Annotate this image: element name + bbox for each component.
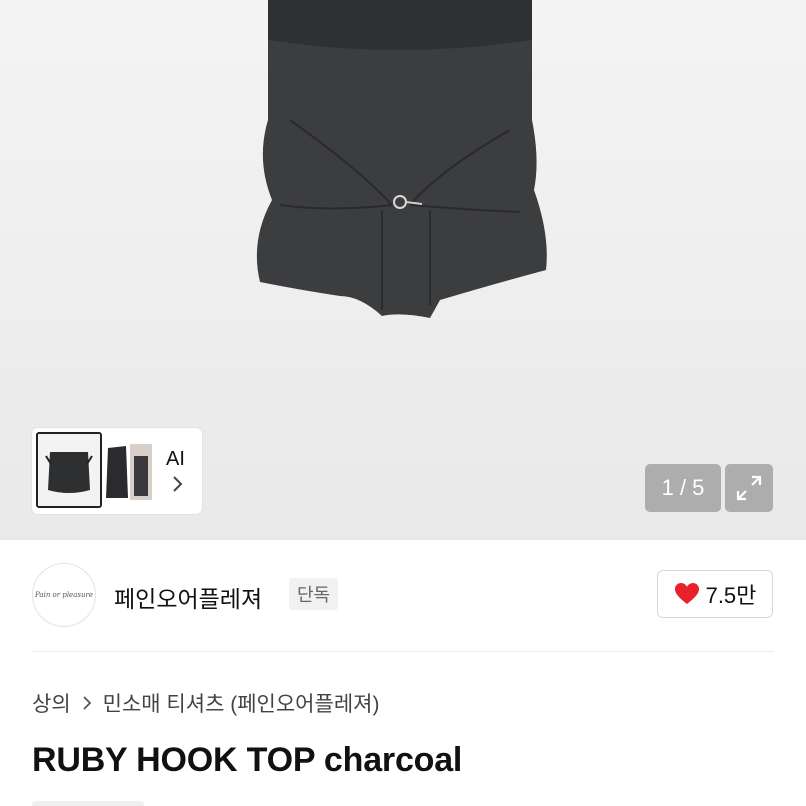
thumbnail-1[interactable] — [36, 432, 102, 508]
ai-recommendation-card[interactable]: AI — [32, 428, 202, 514]
like-button[interactable]: 7.5만 — [657, 570, 773, 618]
chevron-right-icon — [173, 476, 183, 492]
product-image-gallery[interactable]: AI 1 / 5 — [0, 0, 806, 540]
expand-icon — [736, 475, 762, 501]
seller-row: Pain or pleasure 페인오어플레져 단독 7.5만 — [0, 540, 806, 650]
seller-name[interactable]: 페인오어플레져 — [114, 580, 262, 614]
divider — [32, 651, 774, 652]
breadcrumb-item-subcategory[interactable]: 민소매 티셔츠 (페인오어플레져) — [103, 688, 380, 718]
seller-avatar[interactable]: Pain or pleasure — [32, 563, 96, 627]
breadcrumb: 상의 민소매 티셔츠 (페인오어플레져) — [32, 688, 379, 718]
breadcrumb-item-category[interactable]: 상의 — [32, 688, 71, 718]
chevron-right-icon — [83, 696, 91, 710]
fullscreen-button[interactable] — [725, 464, 773, 512]
like-count: 7.5만 — [705, 583, 757, 608]
seller-logo-text: Pain or pleasure — [35, 591, 93, 599]
product-image[interactable] — [250, 0, 550, 320]
product-title: RUBY HOOK TOP charcoal — [32, 741, 463, 779]
thumbnail-2[interactable] — [102, 442, 156, 502]
exclusive-badge: 단독 — [289, 578, 339, 610]
ai-label: AI — [166, 448, 185, 470]
image-pager: 1 / 5 — [645, 464, 721, 512]
tag-chip — [32, 801, 144, 806]
heart-icon — [674, 583, 699, 604]
